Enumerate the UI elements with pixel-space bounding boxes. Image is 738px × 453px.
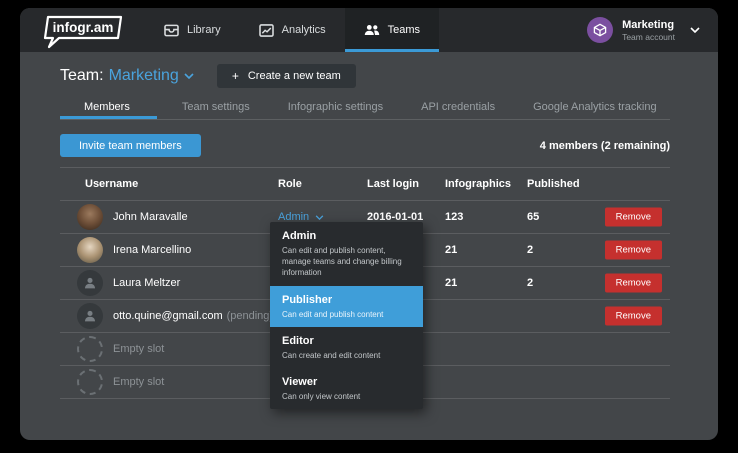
avatar [77,204,103,230]
logo-text: infogr.am [53,20,114,35]
empty-slot-label: Empty slot [113,343,165,355]
account-subtitle: Team account [622,31,675,42]
member-published-count: 2 [527,244,534,256]
member-username: John Maravalle [113,211,188,223]
pending-badge: (pending) [226,310,274,322]
avatar [77,303,103,329]
tab-google-analytics-tracking[interactable]: Google Analytics tracking [520,95,670,119]
remove-member-button[interactable]: Remove [604,273,662,293]
remove-member-button[interactable]: Remove [604,306,662,326]
table-header-row: Username Role Last login Infographics Pu… [60,168,670,201]
column-header-last-login: Last login [367,178,419,190]
role-option-description: Can only view content [282,391,361,401]
nav-label: Library [187,24,221,36]
role-option-title: Admin [282,230,317,242]
nav-item-teams[interactable]: Teams [344,8,440,52]
team-name: Marketing [108,67,179,84]
column-header-username: Username [85,178,139,190]
chevron-down-icon [315,214,324,220]
role-option-description: Can edit and publish content [282,309,384,319]
app-window: infogr.am Library Analytics Teams Market… [20,8,718,440]
nav-item-analytics[interactable]: Analytics [240,8,345,52]
nav-label: Analytics [281,24,326,36]
empty-avatar [77,336,103,362]
role-dropdown-menu: Admin Can edit and publish content, mana… [270,222,423,410]
role-option-title: Publisher [282,293,333,306]
create-new-team-button[interactable]: + Create a new team [216,64,356,88]
team-account-avatar [587,17,614,43]
team-header-row: Team: Marketing + Create a new team [60,61,670,91]
members-summary: 4 members (2 remaining) [539,139,670,152]
remove-member-button[interactable]: Remove [604,207,662,227]
member-infographics-count: 21 [445,244,458,256]
account-text: Marketing Team account [622,19,675,42]
member-infographics-count: 21 [445,277,458,289]
column-header-published: Published [527,178,580,190]
infogram-logo[interactable]: infogr.am [33,8,125,52]
main-nav: Library Analytics Teams [145,8,440,52]
tab-team-settings[interactable]: Team settings [169,95,263,119]
teams-icon [364,25,379,35]
member-username: otto.quine@gmail.com (pending) [113,310,273,322]
member-username: Irena Marcellino [113,244,192,256]
column-header-role: Role [278,178,302,190]
speech-bubble-logo-icon: infogr.am [43,15,123,49]
role-option-title: Editor [282,334,314,347]
tab-members[interactable]: Members [60,95,157,119]
create-team-label: Create a new team [247,70,341,82]
member-infographics-count: 123 [445,211,464,223]
empty-avatar [77,369,103,395]
cube-icon [593,23,607,37]
library-icon [164,24,179,36]
member-published-count: 65 [527,211,540,223]
column-header-infographics: Infographics [445,178,512,190]
account-name: Marketing [622,18,675,31]
top-navigation-bar: infogr.am Library Analytics Teams Market… [20,8,718,52]
avatar [77,237,103,263]
team-prefix: Team: [60,67,104,84]
person-icon [85,310,95,322]
person-icon [85,277,95,289]
role-option-description: Can create and edit content [282,350,381,360]
role-option-admin[interactable]: Admin Can edit and publish content, mana… [270,222,423,286]
role-option-viewer[interactable]: Viewer Can only view content [270,368,423,409]
remove-member-button[interactable]: Remove [604,240,662,260]
chevron-down-icon [690,27,700,33]
role-option-publisher[interactable]: Publisher Can edit and publish content [270,285,423,327]
toolbar-row: Invite team members 4 members (2 remaini… [60,134,670,157]
account-menu[interactable]: Marketing Team account [569,8,718,52]
nav-item-library[interactable]: Library [145,8,240,52]
plus-icon: + [231,69,239,83]
member-email: otto.quine@gmail.com [113,310,223,322]
chevron-down-icon [184,73,194,79]
nav-label: Teams [387,24,421,36]
tab-api-credentials[interactable]: API credentials [408,95,508,119]
role-option-title: Viewer [282,375,318,388]
avatar [77,270,103,296]
member-published-count: 2 [527,277,534,289]
invite-team-members-button[interactable]: Invite team members [60,134,201,157]
section-tabs: Members Team settings Infographic settin… [60,95,670,120]
team-selector[interactable]: Team: Marketing [60,67,194,85]
member-username: Laura Meltzer [113,277,181,289]
empty-slot-label: Empty slot [113,376,165,388]
analytics-icon [258,23,274,37]
tab-infographic-settings[interactable]: Infographic settings [275,95,396,119]
role-option-editor[interactable]: Editor Can create and edit content [270,327,423,368]
role-option-description: Can edit and publish content, manage tea… [282,246,402,278]
